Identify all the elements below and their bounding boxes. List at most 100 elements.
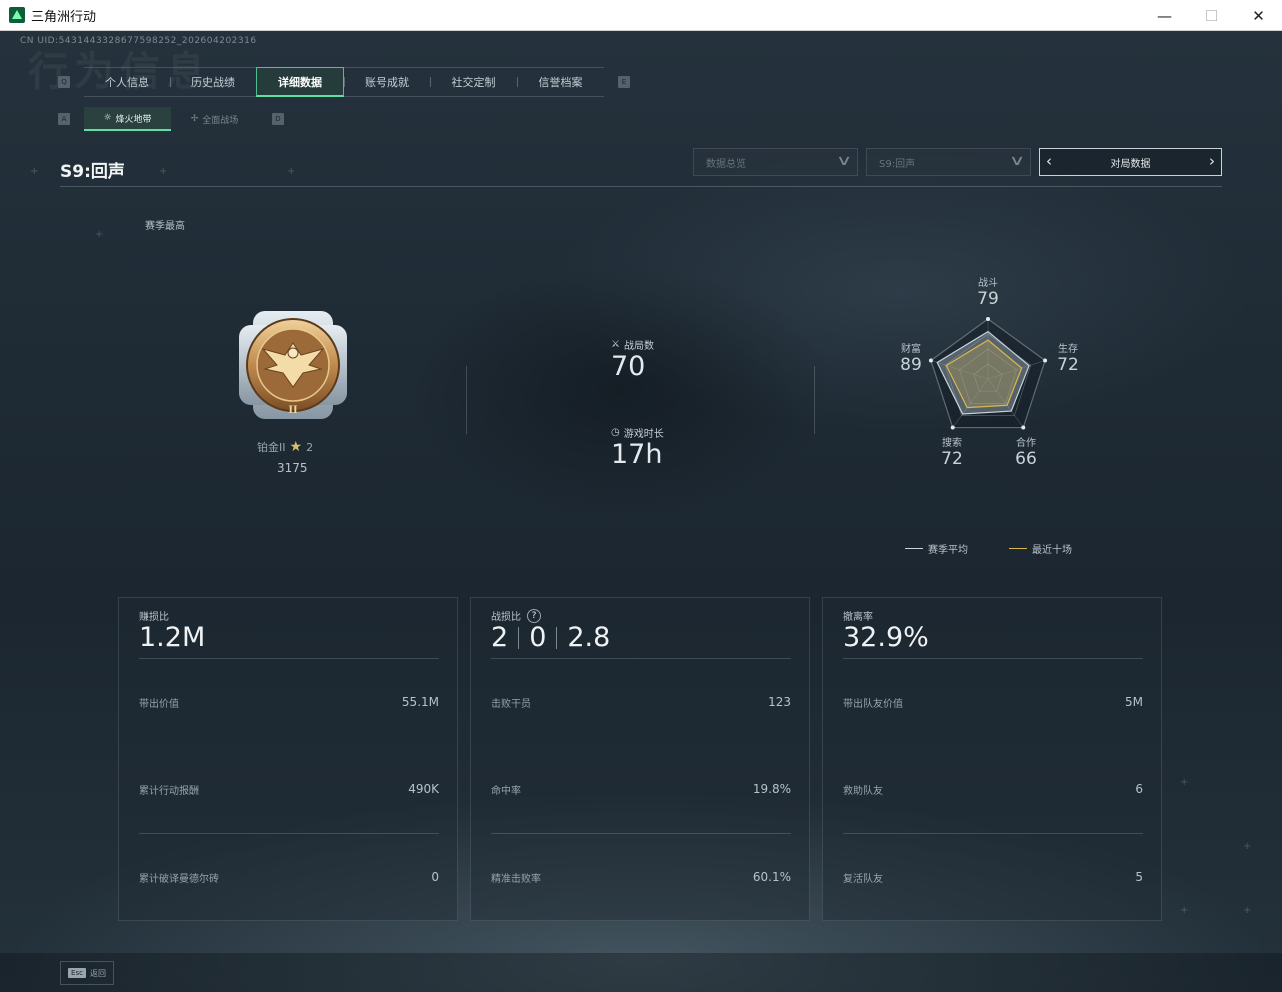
radar-axis-name: 合作 xyxy=(1016,438,1036,449)
mode-tabs: ☼ 烽火地带 ✢ 全面战场 xyxy=(84,107,258,131)
tab-credit-record[interactable]: 信誉档案 xyxy=(517,67,604,97)
deco-plus-icon: + xyxy=(1243,841,1252,852)
radar-axis-value: 72 xyxy=(1057,355,1079,375)
radar-axis-name: 搜索 xyxy=(942,438,962,449)
next-tab-key-hint[interactable]: E xyxy=(618,76,630,88)
header-divider xyxy=(60,186,1222,187)
radar-vertex-dot xyxy=(986,317,990,321)
legend-season-average: 赛季平均 xyxy=(905,541,968,556)
data-pager: ‹ 对局数据 › xyxy=(1039,148,1222,176)
back-button[interactable]: Esc 返回 xyxy=(60,961,114,985)
card-divider xyxy=(843,658,1143,659)
star-icon: ★ xyxy=(289,439,303,455)
matches-value: 70 xyxy=(611,351,646,382)
window-titlebar: 三角洲行动 — ☐ ✕ xyxy=(0,0,1282,31)
card-row: 命中率 19.8% xyxy=(491,782,791,797)
deco-plus-icon: + xyxy=(95,229,104,240)
card-row: 击败干员 123 xyxy=(491,695,791,710)
main-tab-bar: Q 个人信息 历史战绩 详细数据 账号成就 社交定制 信誉档案 E xyxy=(58,67,630,97)
card-row-label: 累计行动报酬 xyxy=(139,786,199,797)
chevron-right-icon[interactable]: › xyxy=(1209,152,1215,170)
kills-value: 2 xyxy=(491,622,509,653)
battlefield-icon: ✢ xyxy=(190,114,199,124)
tab-hazard-zone-label: 烽火地带 xyxy=(115,114,152,125)
tab-full-battlefield-label: 全面战场 xyxy=(202,115,239,126)
deco-plus-icon: + xyxy=(287,166,296,177)
radar-axis-combat: 战斗 79 xyxy=(968,274,1008,309)
app-logo-icon xyxy=(9,7,25,23)
main-tabs: 个人信息 历史战绩 详细数据 账号成就 社交定制 信誉档案 xyxy=(84,67,604,97)
card-row-value: 60.1% xyxy=(752,870,791,884)
prev-subtab-key-hint[interactable]: A xyxy=(58,113,70,125)
kd-value: 2.8 xyxy=(567,622,611,653)
card-row-label: 带出队友价值 xyxy=(843,699,903,710)
profit-loss-card: 赚损比 1.2M 带出价值 55.1M 累计行动报酬 490K 累计破译曼德尔砖… xyxy=(118,597,458,921)
radar-axis-value: 79 xyxy=(977,289,999,309)
card-divider xyxy=(491,658,791,659)
next-subtab-key-hint[interactable]: D xyxy=(272,113,284,125)
chevron-down-icon: ∨ xyxy=(1008,153,1026,169)
radar-vertex-dot xyxy=(1021,425,1026,430)
card-row: 累计破译曼德尔砖 0 xyxy=(139,870,439,885)
card-row-label: 精准击败率 xyxy=(491,874,541,885)
card-title: 赚损比 xyxy=(139,612,169,623)
card-main-value: 32.9% xyxy=(843,622,929,653)
card-row: 精准击败率 60.1% xyxy=(491,870,791,885)
card-row-value: 490K xyxy=(408,782,439,796)
tab-full-battlefield[interactable]: ✢ 全面战场 xyxy=(171,107,258,131)
value-separator xyxy=(518,626,520,649)
matches-label: ⚔ 战局数 xyxy=(611,337,654,352)
card-title: 战损比 ? xyxy=(491,608,541,623)
tab-personal-info[interactable]: 个人信息 xyxy=(84,67,170,97)
clock-icon: ◷ xyxy=(611,427,620,438)
game-viewport: 行为信息 CN UID:5431443328677598252_20260420… xyxy=(0,31,1282,992)
legend-swatch xyxy=(1009,548,1027,549)
card-main-value: 2 0 2.8 xyxy=(491,622,610,653)
data-category-dropdown[interactable]: 数据总览 ∨ xyxy=(693,148,858,176)
card-row-label: 命中率 xyxy=(491,786,521,797)
minimize-button[interactable]: — xyxy=(1141,0,1188,31)
card-row-value: 5M xyxy=(1125,695,1143,709)
card-row-label: 击败干员 xyxy=(491,699,531,710)
card-row-value: 0 xyxy=(431,870,439,884)
season-dropdown-value: S9:回声 xyxy=(879,158,916,170)
card-row-value: 55.1M xyxy=(401,695,439,709)
radar-axis-wealth: 财富 89 xyxy=(891,340,931,375)
season-dropdown[interactable]: S9:回声 ∨ xyxy=(866,148,1031,176)
card-row-label: 带出价值 xyxy=(139,699,179,710)
radar-vertex-dot xyxy=(950,425,955,430)
tab-social-custom[interactable]: 社交定制 xyxy=(430,67,517,97)
card-row-label: 救助队友 xyxy=(843,786,883,797)
value-separator xyxy=(556,626,558,649)
radar-axis-teamwork: 合作 66 xyxy=(1006,434,1046,469)
radar-axis-survival: 生存 72 xyxy=(1048,340,1088,375)
tab-match-history[interactable]: 历史战绩 xyxy=(170,67,256,97)
card-divider xyxy=(139,833,439,834)
deco-plus-icon: + xyxy=(1180,905,1189,916)
rank-name: 铂金II xyxy=(257,441,286,454)
prev-tab-key-hint[interactable]: Q xyxy=(58,76,70,88)
tab-detailed-data[interactable]: 详细数据 xyxy=(256,67,344,97)
radar-axis-name: 战斗 xyxy=(978,278,998,289)
kd-ratio-card: 战损比 ? 2 0 2.8 击败干员 123 命中率 19.8% 精准击败率 6… xyxy=(470,597,810,921)
card-row: 累计行动报酬 490K xyxy=(139,782,439,797)
card-divider xyxy=(843,833,1143,834)
playtime-label: ◷ 游戏时长 xyxy=(611,425,664,440)
radar-axis-value: 72 xyxy=(941,449,963,469)
maximize-button[interactable]: ☐ xyxy=(1188,0,1235,31)
tab-achievements[interactable]: 账号成就 xyxy=(344,67,430,97)
chevron-left-icon[interactable]: ‹ xyxy=(1046,152,1052,170)
deco-plus-icon: + xyxy=(30,166,39,177)
close-button[interactable]: ✕ xyxy=(1235,0,1282,31)
help-icon[interactable]: ? xyxy=(527,608,541,623)
window-controls: — ☐ ✕ xyxy=(1141,0,1282,31)
ability-radar: 战斗 79 生存 72 合作 66 搜索 72 财富 89 xyxy=(880,271,1100,481)
tab-hazard-zone[interactable]: ☼ 烽火地带 xyxy=(84,107,171,131)
window-title: 三角洲行动 xyxy=(31,9,97,25)
card-row-value: 5 xyxy=(1135,870,1143,884)
playtime-value: 17h xyxy=(611,439,663,470)
back-button-label: 返回 xyxy=(89,968,106,978)
playtime-label-text: 游戏时长 xyxy=(623,429,664,440)
radar-axis-name: 财富 xyxy=(901,344,921,355)
legend-label: 赛季平均 xyxy=(928,545,968,556)
